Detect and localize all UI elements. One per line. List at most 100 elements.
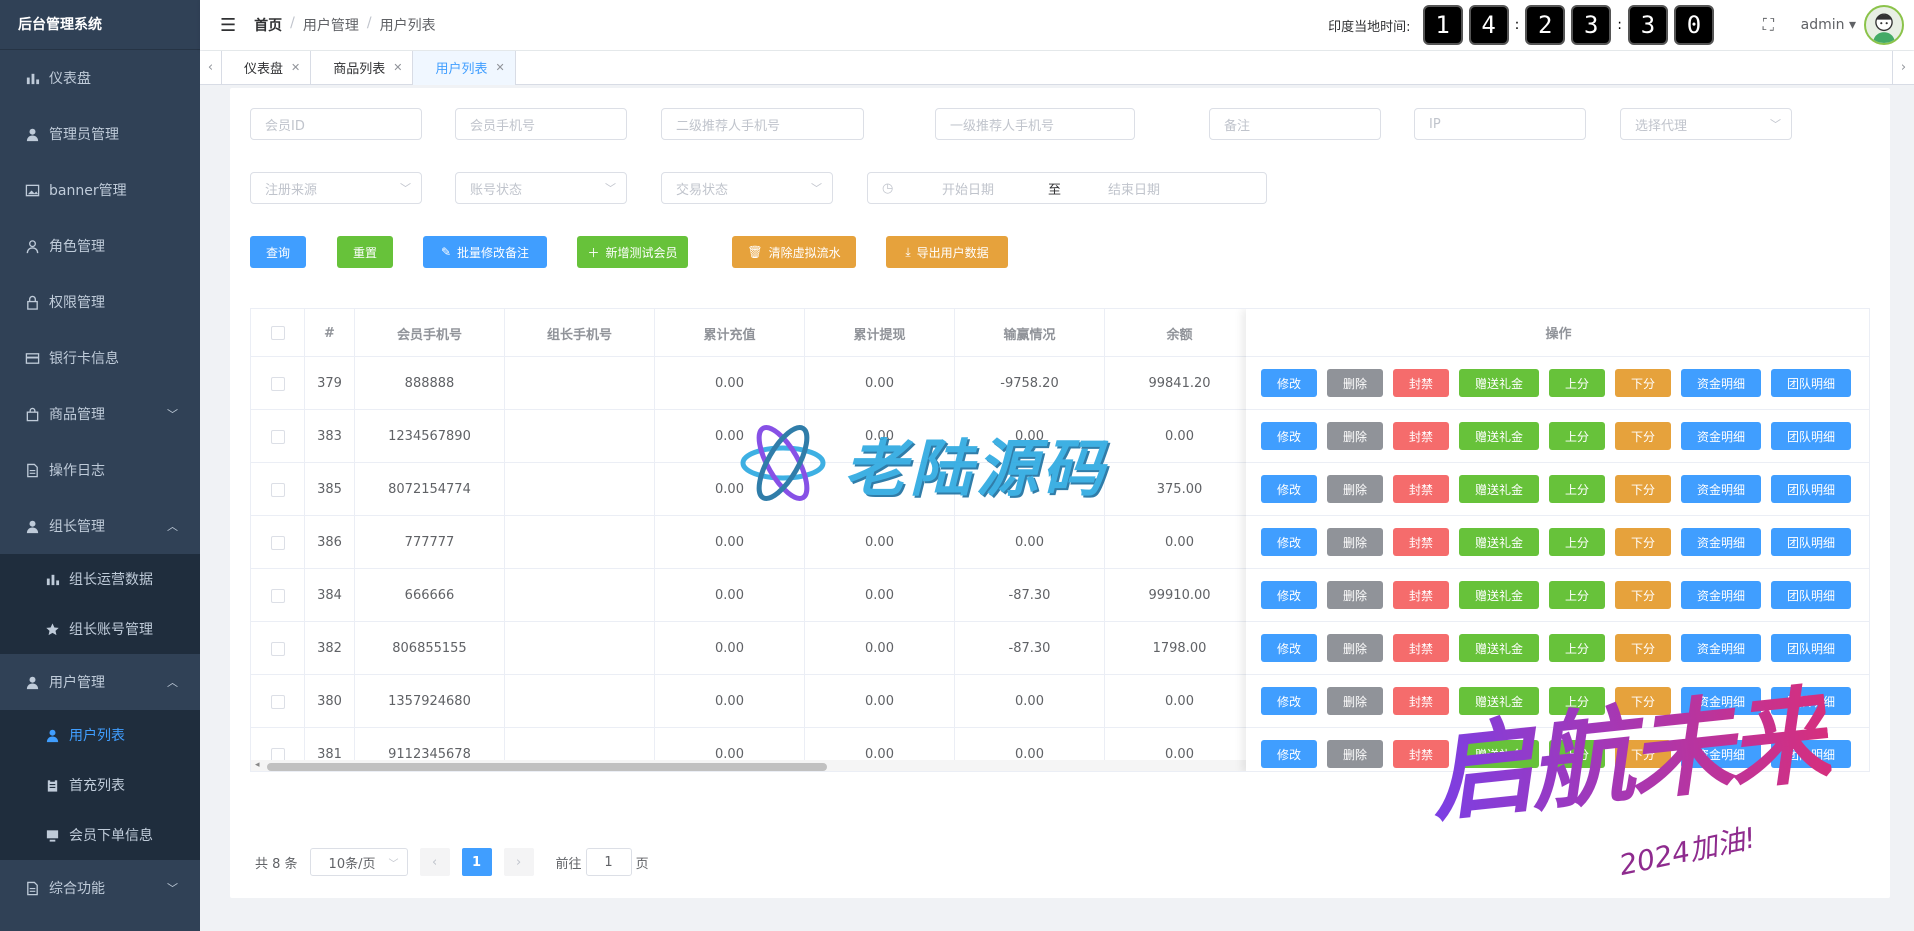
- gift-bonus-button[interactable]: 赠送礼金: [1459, 740, 1539, 768]
- row-checkbox[interactable]: [270, 641, 285, 656]
- page-number[interactable]: 1: [461, 848, 492, 876]
- add-credit-button[interactable]: 上分: [1549, 422, 1605, 450]
- deduct-credit-button[interactable]: 下分: [1615, 634, 1671, 662]
- gift-bonus-button[interactable]: 赠送礼金: [1459, 369, 1539, 397]
- sidebar-item-leader-stats[interactable]: 组长运营数据: [0, 554, 200, 604]
- gift-bonus-button[interactable]: 赠送礼金: [1459, 422, 1539, 450]
- team-detail-button[interactable]: 团队明细: [1771, 581, 1851, 609]
- horizontal-scrollbar[interactable]: ◂: [251, 760, 1246, 771]
- delete-button[interactable]: 删除: [1327, 422, 1383, 450]
- ban-button[interactable]: 封禁: [1393, 475, 1449, 503]
- account-status-select[interactable]: 账号状态 ﹀: [455, 172, 627, 204]
- sidebar-item-roles[interactable]: 角色管理: [0, 218, 200, 274]
- date-range-picker[interactable]: ◷ 开始日期 至 结束日期: [867, 172, 1267, 204]
- close-icon[interactable]: ✕: [393, 61, 402, 74]
- delete-button[interactable]: 删除: [1327, 369, 1383, 397]
- edit-button[interactable]: 修改: [1261, 581, 1317, 609]
- trade-status-select[interactable]: 交易状态 ﹀: [661, 172, 833, 204]
- fund-detail-button[interactable]: 资金明细: [1681, 422, 1761, 450]
- sidebar-item-leaders[interactable]: 组长管理 ︿: [0, 498, 200, 554]
- member-phone-input[interactable]: 会员手机号: [455, 108, 627, 140]
- team-detail-button[interactable]: 团队明细: [1771, 528, 1851, 556]
- deduct-credit-button[interactable]: 下分: [1615, 687, 1671, 715]
- row-checkbox[interactable]: [270, 694, 285, 709]
- avatar[interactable]: [1864, 5, 1904, 45]
- reset-button[interactable]: 重置: [337, 236, 393, 268]
- sidebar-item-users[interactable]: 用户管理 ︿: [0, 654, 200, 710]
- row-checkbox[interactable]: [270, 588, 285, 603]
- agent-select[interactable]: 选择代理 ﹀: [1620, 108, 1792, 140]
- hamburger-icon[interactable]: ☰: [220, 15, 236, 36]
- row-checkbox[interactable]: [270, 535, 285, 550]
- fund-detail-button[interactable]: 资金明细: [1681, 581, 1761, 609]
- user-menu[interactable]: admin ▾: [1801, 17, 1856, 33]
- ban-button[interactable]: 封禁: [1393, 687, 1449, 715]
- first-referrer-input[interactable]: 一级推荐人手机号: [935, 108, 1135, 140]
- add-credit-button[interactable]: 上分: [1549, 581, 1605, 609]
- ban-button[interactable]: 封禁: [1393, 528, 1449, 556]
- sidebar-item-dashboard[interactable]: 仪表盘: [0, 50, 200, 106]
- team-detail-button[interactable]: 团队明细: [1771, 740, 1851, 768]
- sidebar-item-oplog[interactable]: 操作日志: [0, 442, 200, 498]
- delete-button[interactable]: 删除: [1327, 475, 1383, 503]
- delete-button[interactable]: 删除: [1327, 581, 1383, 609]
- delete-button[interactable]: 删除: [1327, 528, 1383, 556]
- sidebar-item-permissions[interactable]: 权限管理: [0, 274, 200, 330]
- fund-detail-button[interactable]: 资金明细: [1681, 634, 1761, 662]
- add-credit-button[interactable]: 上分: [1549, 369, 1605, 397]
- fund-detail-button[interactable]: 资金明细: [1681, 475, 1761, 503]
- end-date-input[interactable]: 结束日期: [1108, 179, 1160, 198]
- ban-button[interactable]: 封禁: [1393, 634, 1449, 662]
- add-credit-button[interactable]: 上分: [1549, 528, 1605, 556]
- ip-input[interactable]: IP: [1414, 108, 1586, 140]
- delete-button[interactable]: 删除: [1327, 634, 1383, 662]
- row-checkbox[interactable]: [270, 482, 285, 497]
- close-icon[interactable]: ✕: [495, 61, 504, 74]
- edit-button[interactable]: 修改: [1261, 475, 1317, 503]
- sidebar-item-bankcards[interactable]: 银行卡信息: [0, 330, 200, 386]
- scroll-left-icon[interactable]: ◂: [255, 760, 260, 770]
- sidebar-item-misc[interactable]: 综合功能 ﹀: [0, 860, 200, 916]
- deduct-credit-button[interactable]: 下分: [1615, 475, 1671, 503]
- deduct-credit-button[interactable]: 下分: [1615, 528, 1671, 556]
- team-detail-button[interactable]: 团队明细: [1771, 422, 1851, 450]
- team-detail-button[interactable]: 团队明细: [1771, 687, 1851, 715]
- gift-bonus-button[interactable]: 赠送礼金: [1459, 581, 1539, 609]
- fund-detail-button[interactable]: 资金明细: [1681, 687, 1761, 715]
- page-size-select[interactable]: 10条/页 ﹀: [309, 848, 408, 876]
- scrollbar-thumb[interactable]: [267, 763, 827, 771]
- select-all-checkbox[interactable]: [270, 326, 285, 340]
- sidebar-item-user-list[interactable]: 用户列表: [0, 710, 200, 760]
- next-page-button[interactable]: ›: [503, 848, 534, 876]
- edit-button[interactable]: 修改: [1261, 634, 1317, 662]
- add-credit-button[interactable]: 上分: [1549, 475, 1605, 503]
- fund-detail-button[interactable]: 资金明细: [1681, 369, 1761, 397]
- export-button[interactable]: ⤓ 导出用户数据: [886, 236, 1008, 268]
- edit-button[interactable]: 修改: [1261, 369, 1317, 397]
- query-button[interactable]: 查询: [250, 236, 306, 268]
- second-referrer-input[interactable]: 二级推荐人手机号: [661, 108, 864, 140]
- delete-button[interactable]: 删除: [1327, 687, 1383, 715]
- goto-page-input[interactable]: 1: [585, 848, 632, 876]
- ban-button[interactable]: 封禁: [1393, 369, 1449, 397]
- delete-button[interactable]: 删除: [1327, 740, 1383, 768]
- fund-detail-button[interactable]: 资金明细: [1681, 740, 1761, 768]
- batch-remark-button[interactable]: ✎ 批量修改备注: [423, 236, 547, 268]
- row-checkbox[interactable]: [270, 376, 285, 391]
- sidebar-item-products[interactable]: 商品管理 ﹀: [0, 386, 200, 442]
- prev-page-button[interactable]: ‹: [419, 848, 450, 876]
- remark-input[interactable]: 备注: [1209, 108, 1381, 140]
- deduct-credit-button[interactable]: 下分: [1615, 369, 1671, 397]
- team-detail-button[interactable]: 团队明细: [1771, 369, 1851, 397]
- edit-button[interactable]: 修改: [1261, 528, 1317, 556]
- gift-bonus-button[interactable]: 赠送礼金: [1459, 475, 1539, 503]
- sidebar-item-member-orders[interactable]: 会员下单信息: [0, 810, 200, 860]
- ban-button[interactable]: 封禁: [1393, 581, 1449, 609]
- edit-button[interactable]: 修改: [1261, 740, 1317, 768]
- deduct-credit-button[interactable]: 下分: [1615, 422, 1671, 450]
- edit-button[interactable]: 修改: [1261, 687, 1317, 715]
- gift-bonus-button[interactable]: 赠送礼金: [1459, 528, 1539, 556]
- tab-dashboard[interactable]: 仪表盘 ✕: [222, 50, 312, 85]
- team-detail-button[interactable]: 团队明细: [1771, 475, 1851, 503]
- add-test-member-button[interactable]: ＋ 新增测试会员: [577, 236, 688, 268]
